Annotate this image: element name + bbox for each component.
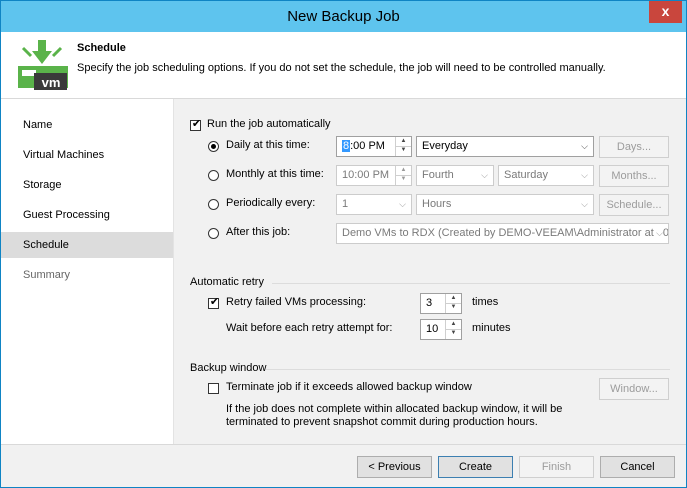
monthly-time-field[interactable]: 10:00 PM ▲ ▼ <box>336 165 412 186</box>
monthly-time-spinner[interactable]: ▲ ▼ <box>395 166 411 185</box>
cancel-button[interactable]: Cancel <box>600 456 675 478</box>
automatic-retry-divider <box>272 283 670 284</box>
wait-minutes-spinner[interactable]: ▲ ▼ <box>445 320 461 339</box>
sidebar-item-summary[interactable]: Summary <box>1 262 173 288</box>
wait-minutes-value: 10 <box>426 323 439 335</box>
periodically-value-dropdown[interactable]: 1 ⌵ <box>336 194 412 215</box>
run-automatically-checkbox[interactable]: ✔ <box>190 118 202 131</box>
page-header: vm Schedule Specify the job scheduling o… <box>1 32 686 99</box>
checkmark-icon: ✔ <box>209 296 220 308</box>
monthly-radio[interactable] <box>208 170 219 181</box>
chevron-down-icon: ⌵ <box>581 141 588 151</box>
page-title: Schedule <box>77 42 126 54</box>
chevron-down-icon: ⌵ <box>581 199 588 209</box>
checkmark-icon: ✔ <box>191 118 202 130</box>
after-job-value: Demo VMs to RDX (Created by DEMO-VEEAM\A… <box>342 227 669 239</box>
close-button[interactable]: x <box>649 1 682 23</box>
page-description: Specify the job scheduling options. If y… <box>77 62 606 74</box>
retry-count-field[interactable]: 3 ▲ ▼ <box>420 293 462 314</box>
wait-label: Wait before each retry attempt for: <box>226 322 393 334</box>
backup-window-divider <box>266 369 670 370</box>
daily-time-spinner[interactable]: ▲ ▼ <box>395 137 411 156</box>
automatic-retry-title: Automatic retry <box>190 276 264 288</box>
schedule-button[interactable]: Schedule... <box>599 194 669 216</box>
new-backup-job-window: New Backup Job x vm Schedule Specify the… <box>0 0 687 488</box>
periodically-label[interactable]: Periodically every: <box>226 197 315 209</box>
terminate-checkbox[interactable] <box>208 383 219 394</box>
spin-down-icon[interactable]: ▼ <box>396 146 411 155</box>
logo-text: vm <box>42 75 61 90</box>
schedule-settings-panel: ✔ Run the job automatically Daily at thi… <box>174 99 686 444</box>
wizard-footer: < Previous Create Finish Cancel <box>1 444 686 487</box>
previous-button[interactable]: < Previous <box>357 456 432 478</box>
retry-count-value: 3 <box>426 297 433 309</box>
monthly-day-dropdown[interactable]: Saturday ⌵ <box>498 165 594 186</box>
chevron-down-icon: ⌵ <box>481 170 488 180</box>
months-button[interactable]: Months... <box>599 165 669 187</box>
terminate-label[interactable]: Terminate job if it exceeds allowed back… <box>226 381 472 393</box>
wait-unit-label: minutes <box>472 322 511 334</box>
wait-minutes-field[interactable]: 10 ▲ ▼ <box>420 319 462 340</box>
monthly-label[interactable]: Monthly at this time: <box>226 168 324 180</box>
spin-down-icon[interactable]: ▼ <box>446 329 461 338</box>
chevron-down-icon: ⌵ <box>399 199 406 209</box>
daily-time-caret-digit: 8 <box>342 140 351 152</box>
backup-window-note-line1: If the job does not complete within allo… <box>226 403 563 415</box>
finish-button[interactable]: Finish <box>519 456 594 478</box>
daily-time-field[interactable]: 8:00 PM ▲ ▼ <box>336 136 412 157</box>
monthly-week-value: Fourth <box>422 169 454 181</box>
retry-label[interactable]: Retry failed VMs processing: <box>226 296 366 308</box>
run-automatically-label[interactable]: Run the job automatically <box>207 118 331 130</box>
sidebar-item-virtual-machines[interactable]: Virtual Machines <box>1 142 173 168</box>
retry-unit-label: times <box>472 296 499 308</box>
retry-count-spinner[interactable]: ▲ ▼ <box>445 294 461 313</box>
daily-frequency-dropdown[interactable]: Everyday ⌵ <box>416 136 594 157</box>
window-title: New Backup Job <box>287 8 400 25</box>
daily-radio[interactable] <box>208 141 219 152</box>
wizard-steps-sidebar: Name Virtual Machines Storage Guest Proc… <box>1 99 174 444</box>
monthly-time-value: 10:00 PM <box>342 169 390 181</box>
periodically-radio[interactable] <box>208 199 219 210</box>
spin-down-icon[interactable]: ▼ <box>446 303 461 312</box>
after-job-radio[interactable] <box>208 228 219 239</box>
veeam-vm-logo-icon: vm <box>17 40 69 90</box>
after-job-label[interactable]: After this job: <box>226 226 290 238</box>
sidebar-item-name[interactable]: Name <box>1 112 173 138</box>
backup-window-title: Backup window <box>190 362 267 374</box>
days-button[interactable]: Days... <box>599 136 669 158</box>
periodically-unit-value: Hours <box>422 198 452 210</box>
retry-checkbox[interactable]: ✔ <box>208 296 220 309</box>
backup-window-note-line2: terminated to prevent snapshot commit du… <box>226 416 538 428</box>
title-bar[interactable]: New Backup Job x <box>1 1 686 32</box>
daily-time-rest: :00 PM <box>350 140 385 152</box>
daily-frequency-value: Everyday <box>422 140 468 152</box>
sidebar-item-guest-processing[interactable]: Guest Processing <box>1 202 173 228</box>
periodically-value: 1 <box>342 198 349 210</box>
chevron-down-icon: ⌵ <box>581 170 588 180</box>
after-job-dropdown[interactable]: Demo VMs to RDX (Created by DEMO-VEEAM\A… <box>336 223 669 244</box>
window-button[interactable]: Window... <box>599 378 669 400</box>
periodically-unit-dropdown[interactable]: Hours ⌵ <box>416 194 594 215</box>
monthly-day-value: Saturday <box>504 169 549 181</box>
sidebar-item-storage[interactable]: Storage <box>1 172 173 198</box>
daily-label[interactable]: Daily at this time: <box>226 139 310 151</box>
sidebar-item-schedule[interactable]: Schedule <box>1 232 173 258</box>
create-button[interactable]: Create <box>438 456 513 478</box>
monthly-week-dropdown[interactable]: Fourth ⌵ <box>416 165 494 186</box>
spin-down-icon[interactable]: ▼ <box>396 175 411 184</box>
radio-selected-dot-icon <box>211 144 216 149</box>
chevron-down-icon: ⌵ <box>654 224 663 243</box>
